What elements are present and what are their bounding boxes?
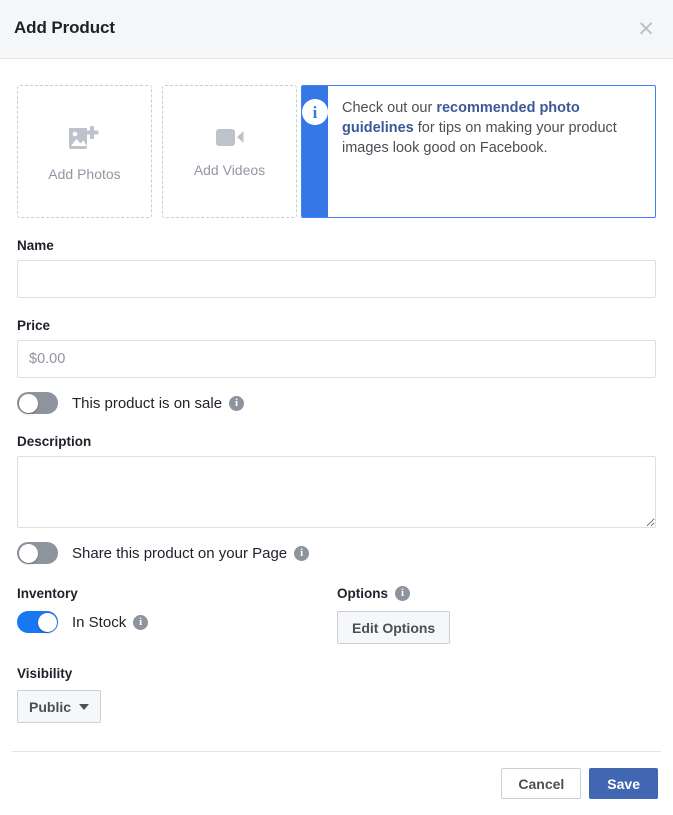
in-stock-label: In Stock: [72, 613, 127, 631]
description-label: Description: [17, 434, 92, 449]
chevron-down-icon: [79, 703, 90, 710]
cancel-button[interactable]: Cancel: [501, 768, 582, 799]
name-label: Name: [17, 238, 54, 253]
visibility-dropdown[interactable]: Public: [17, 690, 102, 723]
price-input[interactable]: [17, 340, 656, 378]
callout-text-before: Check out our: [342, 100, 437, 116]
price-label: Price: [17, 318, 51, 333]
name-input[interactable]: [17, 260, 656, 298]
callout-accent-strip: i: [302, 86, 328, 217]
options-label-wrap: Options i: [337, 586, 656, 601]
on-sale-info-icon[interactable]: i: [229, 395, 245, 411]
share-on-page-label: Share this product on your Page: [72, 544, 288, 562]
add-photos-label: Add Photos: [48, 165, 121, 182]
share-on-page-row: Share this product on your Page i: [17, 542, 656, 564]
media-upload-row: Add Photos Add Videos i Check out our re…: [17, 85, 656, 218]
options-section: Options i Edit Options: [337, 586, 656, 644]
dialog-body: Add Photos Add Videos i Check out our re…: [0, 85, 673, 723]
close-icon[interactable]: ✕: [631, 14, 661, 44]
inventory-options-row: Inventory In Stock i Options i Edit Opti…: [17, 586, 656, 644]
add-videos-button[interactable]: Add Videos: [162, 85, 297, 218]
options-label: Options: [337, 586, 388, 601]
visibility-label: Visibility: [17, 666, 73, 681]
inventory-label: Inventory: [17, 586, 78, 601]
on-sale-row: This product is on sale i: [17, 392, 656, 414]
save-button[interactable]: Save: [589, 768, 658, 799]
on-sale-label: This product is on sale: [72, 394, 223, 412]
add-photo-icon: [68, 122, 102, 157]
info-circle-icon: i: [302, 99, 328, 125]
toggle-knob: [18, 543, 38, 563]
in-stock-row: In Stock i: [17, 611, 337, 633]
description-input[interactable]: [17, 456, 656, 528]
toggle-knob: [37, 612, 57, 632]
add-videos-label: Add Videos: [193, 161, 266, 178]
share-on-page-info-icon[interactable]: i: [294, 545, 310, 561]
in-stock-info-icon[interactable]: i: [133, 614, 149, 630]
dialog-footer: Cancel Save: [501, 768, 658, 799]
add-video-icon: [215, 126, 245, 153]
share-on-page-toggle[interactable]: [17, 542, 58, 564]
toggle-knob: [18, 393, 38, 413]
in-stock-toggle[interactable]: [17, 611, 58, 633]
inventory-section: Inventory In Stock i: [17, 586, 337, 644]
photo-guidelines-callout: i Check out our recommended photo guidel…: [301, 85, 656, 218]
edit-options-button[interactable]: Edit Options: [337, 611, 451, 644]
visibility-section: Visibility Public: [17, 666, 656, 723]
add-photos-button[interactable]: Add Photos: [17, 85, 152, 218]
dialog-header: Add Product ✕: [0, 0, 673, 59]
callout-text: Check out our recommended photo guidelin…: [328, 86, 655, 217]
on-sale-toggle[interactable]: [17, 392, 58, 414]
page-title: Add Product: [14, 18, 115, 37]
options-info-icon[interactable]: i: [395, 586, 410, 601]
add-product-dialog: Add Product ✕ Add Photos Add Videos i Ch…: [0, 0, 673, 815]
visibility-selected-value: Public: [29, 698, 72, 715]
footer-divider: [12, 751, 661, 752]
